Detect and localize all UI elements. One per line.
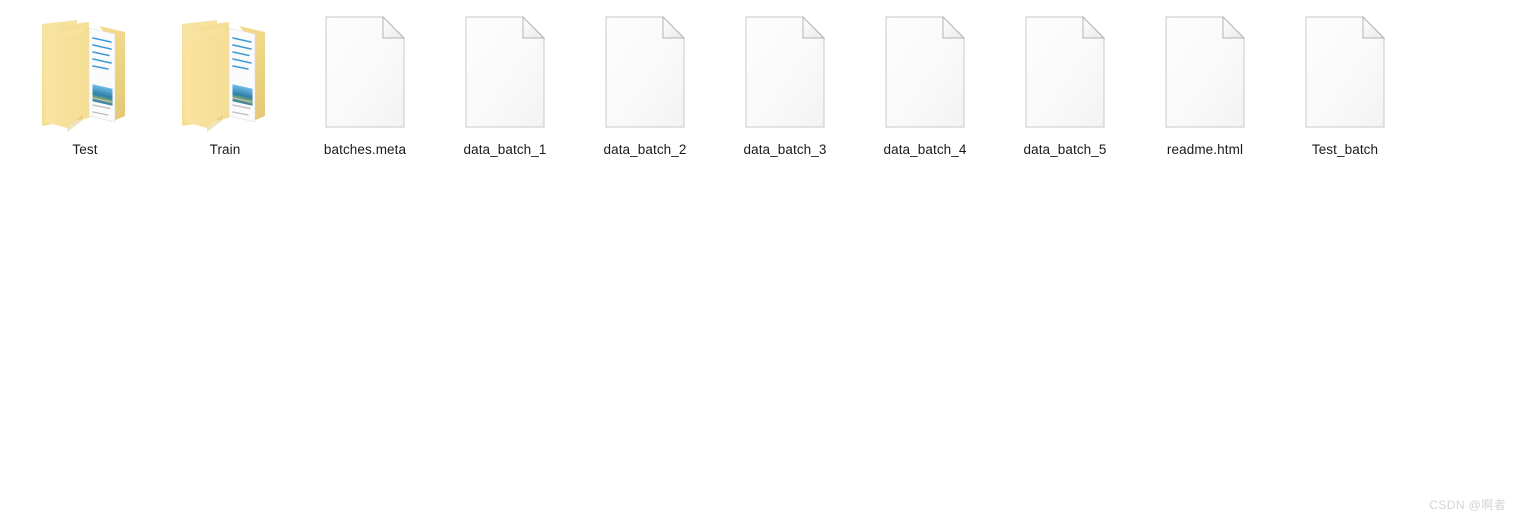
generic-blank-file-icon[interactable] [1297, 10, 1393, 132]
folder-item[interactable]: Test [15, 10, 155, 170]
file-page-glyph [1025, 15, 1106, 128]
folder-with-documents-icon[interactable] [37, 10, 133, 132]
generic-blank-file-icon[interactable] [457, 10, 553, 132]
file-item[interactable]: data_batch_2 [575, 10, 715, 170]
file-label: data_batch_5 [1023, 142, 1107, 157]
file-page-glyph [465, 15, 546, 128]
file-label: Test_batch [1311, 142, 1379, 157]
file-page-glyph [605, 15, 686, 128]
file-page-glyph [325, 15, 406, 128]
file-page-glyph [1165, 15, 1246, 128]
generic-blank-file-icon[interactable] [1157, 10, 1253, 132]
file-grid: Test Train batches.meta data_batch_1 dat… [0, 0, 1517, 180]
folder-with-documents-icon[interactable] [177, 10, 273, 132]
generic-blank-file-icon[interactable] [737, 10, 833, 132]
file-page-glyph [885, 15, 966, 128]
file-label: data_batch_2 [603, 142, 687, 157]
generic-blank-file-icon[interactable] [877, 10, 973, 132]
file-label: readme.html [1166, 142, 1244, 157]
folder-glyph [182, 20, 265, 132]
generic-blank-file-icon[interactable] [317, 10, 413, 132]
csdn-watermark: CSDN @啊者 [1429, 498, 1506, 512]
file-item[interactable]: readme.html [1135, 10, 1275, 170]
file-page-glyph [745, 15, 826, 128]
file-item[interactable]: batches.meta [295, 10, 435, 170]
file-item[interactable]: data_batch_5 [995, 10, 1135, 170]
file-item[interactable]: data_batch_4 [855, 10, 995, 170]
file-item[interactable]: data_batch_1 [435, 10, 575, 170]
generic-blank-file-icon[interactable] [597, 10, 693, 132]
file-label: data_batch_1 [463, 142, 547, 157]
generic-blank-file-icon[interactable] [1017, 10, 1113, 132]
folder-label: Test [72, 142, 98, 157]
file-item[interactable]: data_batch_3 [715, 10, 855, 170]
file-page-glyph [1305, 15, 1386, 128]
file-label: data_batch_4 [883, 142, 967, 157]
file-label: batches.meta [323, 142, 407, 157]
folder-label: Train [209, 142, 241, 157]
folder-glyph [42, 20, 125, 132]
folder-item[interactable]: Train [155, 10, 295, 170]
file-label: data_batch_3 [743, 142, 827, 157]
file-item[interactable]: Test_batch [1275, 10, 1415, 170]
